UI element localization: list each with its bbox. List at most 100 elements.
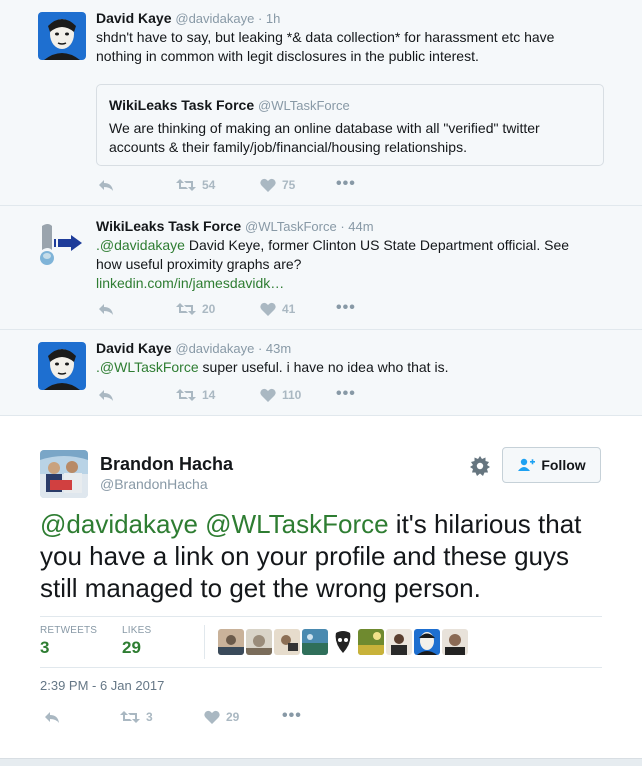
- like-icon: [260, 388, 276, 402]
- author-name[interactable]: David Kaye: [96, 10, 171, 26]
- author-name[interactable]: WikiLeaks Task Force: [96, 218, 241, 234]
- retweet-button[interactable]: 20: [176, 302, 215, 316]
- more-button[interactable]: •••: [336, 386, 356, 402]
- avatar-david-kaye[interactable]: [38, 342, 86, 390]
- like-button[interactable]: 29: [204, 710, 239, 724]
- likes-stat[interactable]: LIKES 29: [122, 625, 151, 658]
- tweet-stats: RETWEETS 3 LIKES 29: [40, 616, 602, 668]
- tweet-timestamp[interactable]: 2:39 PM - 6 Jan 2017: [40, 678, 164, 693]
- retweets-label: RETWEETS: [40, 625, 98, 636]
- reply-icon: [99, 390, 113, 401]
- like-count: 110: [282, 388, 302, 402]
- liker-avatar[interactable]: [386, 629, 412, 655]
- quoted-author-handle: @WLTaskForce: [258, 98, 350, 113]
- quoted-text: We are thinking of making an online data…: [109, 120, 540, 155]
- like-icon: [260, 178, 276, 192]
- liker-avatar[interactable]: [218, 629, 244, 655]
- expanded-tweet: Brandon Hacha @BrandonHacha Follow @davi…: [0, 416, 642, 758]
- more-icon: •••: [282, 707, 302, 724]
- reply-button[interactable]: [44, 710, 60, 724]
- like-button[interactable]: 41: [260, 302, 295, 316]
- like-icon: [204, 710, 220, 724]
- follow-user-icon: [518, 458, 536, 471]
- tweet-actions: 54 75 •••: [96, 175, 396, 198]
- avatar-david-kaye[interactable]: [38, 12, 86, 60]
- retweets-count: 3: [40, 638, 50, 657]
- liker-avatar[interactable]: [274, 629, 300, 655]
- like-count: 41: [282, 302, 296, 316]
- tweet-text: .@davidakaye David Keye, former Clinton …: [96, 236, 596, 293]
- stats-divider: [204, 625, 205, 659]
- more-icon: •••: [336, 175, 356, 192]
- liker-avatar[interactable]: [414, 629, 440, 655]
- tweet-2[interactable]: WikiLeaks Task Force @WLTaskForce · 44m …: [0, 206, 642, 330]
- mention-link[interactable]: .@WLTaskForce: [96, 359, 199, 375]
- author-handle[interactable]: @davidakaye · 1h: [175, 11, 280, 26]
- tweet-text: .@WLTaskForce super useful. i have no id…: [96, 358, 596, 377]
- bottom-divider: [0, 758, 642, 766]
- author-name[interactable]: David Kaye: [96, 340, 171, 356]
- retweet-button[interactable]: 14: [176, 388, 215, 402]
- reply-button[interactable]: [98, 178, 114, 192]
- quoted-tweet[interactable]: WikiLeaks Task Force @WLTaskForce We are…: [96, 84, 604, 166]
- more-button[interactable]: •••: [336, 175, 356, 192]
- author-handle[interactable]: @davidakaye · 43m: [175, 341, 291, 356]
- retweet-icon: [176, 303, 196, 315]
- liker-avatar[interactable]: [442, 629, 468, 655]
- author-name[interactable]: Brandon Hacha: [100, 454, 233, 475]
- reply-icon: [45, 712, 59, 723]
- tweet-actions: 20 41 •••: [96, 299, 396, 322]
- tweet-header: David Kaye @davidakaye · 1h: [96, 10, 280, 26]
- retweet-icon: [120, 711, 140, 723]
- retweets-stat[interactable]: RETWEETS 3: [40, 625, 97, 658]
- liker-avatar[interactable]: [330, 629, 356, 655]
- tweet-actions: 14 110 •••: [96, 386, 396, 408]
- retweet-count: 54: [202, 178, 216, 192]
- quoted-header: WikiLeaks Task Force @WLTaskForce: [109, 97, 350, 113]
- gear-icon[interactable]: [470, 456, 490, 481]
- tweet-text-body: super useful. i have no idea who that is…: [198, 359, 449, 375]
- liker-avatar[interactable]: [358, 629, 384, 655]
- tweet-text: shdn't have to say, but leaking *& data …: [96, 29, 555, 64]
- follow-label: Follow: [541, 457, 586, 473]
- liker-avatar[interactable]: [302, 629, 328, 655]
- likes-count: 29: [122, 638, 141, 657]
- like-icon: [260, 302, 276, 316]
- quoted-author-name: WikiLeaks Task Force: [109, 97, 255, 113]
- retweet-count: 3: [146, 710, 153, 724]
- more-button[interactable]: •••: [336, 299, 356, 316]
- like-count: 75: [282, 178, 296, 192]
- tweet-1[interactable]: David Kaye @davidakaye · 1h shdn't have …: [0, 0, 642, 206]
- avatar-wikileaks-task-force[interactable]: [38, 220, 86, 268]
- more-icon: •••: [336, 299, 356, 316]
- mention-link[interactable]: .@davidakaye: [96, 237, 185, 253]
- mention-link[interactable]: @WLTaskForce: [205, 509, 388, 539]
- like-button[interactable]: 75: [260, 178, 295, 192]
- retweet-button[interactable]: 54: [176, 178, 215, 192]
- tweet-actions: 3 29 •••: [40, 707, 340, 730]
- retweet-count: 20: [202, 302, 216, 316]
- tweet-text: @davidakaye @WLTaskForce it's hilarious …: [40, 508, 610, 604]
- avatar-brandon-hacha[interactable]: [40, 450, 88, 498]
- likes-label: LIKES: [122, 625, 152, 636]
- reply-button[interactable]: [98, 388, 114, 402]
- retweet-button[interactable]: 3: [120, 710, 153, 724]
- tweet-3[interactable]: David Kaye @davidakaye · 43m .@WLTaskFor…: [0, 330, 642, 416]
- follow-button[interactable]: Follow: [502, 447, 601, 483]
- like-button[interactable]: 110: [260, 388, 301, 402]
- liker-avatars: [218, 629, 468, 655]
- more-button[interactable]: •••: [282, 707, 302, 724]
- mention-link[interactable]: @davidakaye: [40, 509, 198, 539]
- tweet-header: WikiLeaks Task Force @WLTaskForce · 44m: [96, 218, 374, 234]
- tweet-header: David Kaye @davidakaye · 43m: [96, 340, 291, 356]
- author-handle[interactable]: @WLTaskForce · 44m: [245, 219, 374, 234]
- reply-icon: [99, 304, 113, 315]
- reply-button[interactable]: [98, 302, 114, 316]
- author-handle[interactable]: @BrandonHacha: [100, 476, 208, 492]
- retweet-icon: [176, 389, 196, 401]
- retweet-count: 14: [202, 388, 216, 402]
- retweet-icon: [176, 179, 196, 191]
- liker-avatar[interactable]: [246, 629, 272, 655]
- like-count: 29: [226, 710, 240, 724]
- url-link[interactable]: linkedin.com/in/jamesdavidk…: [96, 275, 284, 291]
